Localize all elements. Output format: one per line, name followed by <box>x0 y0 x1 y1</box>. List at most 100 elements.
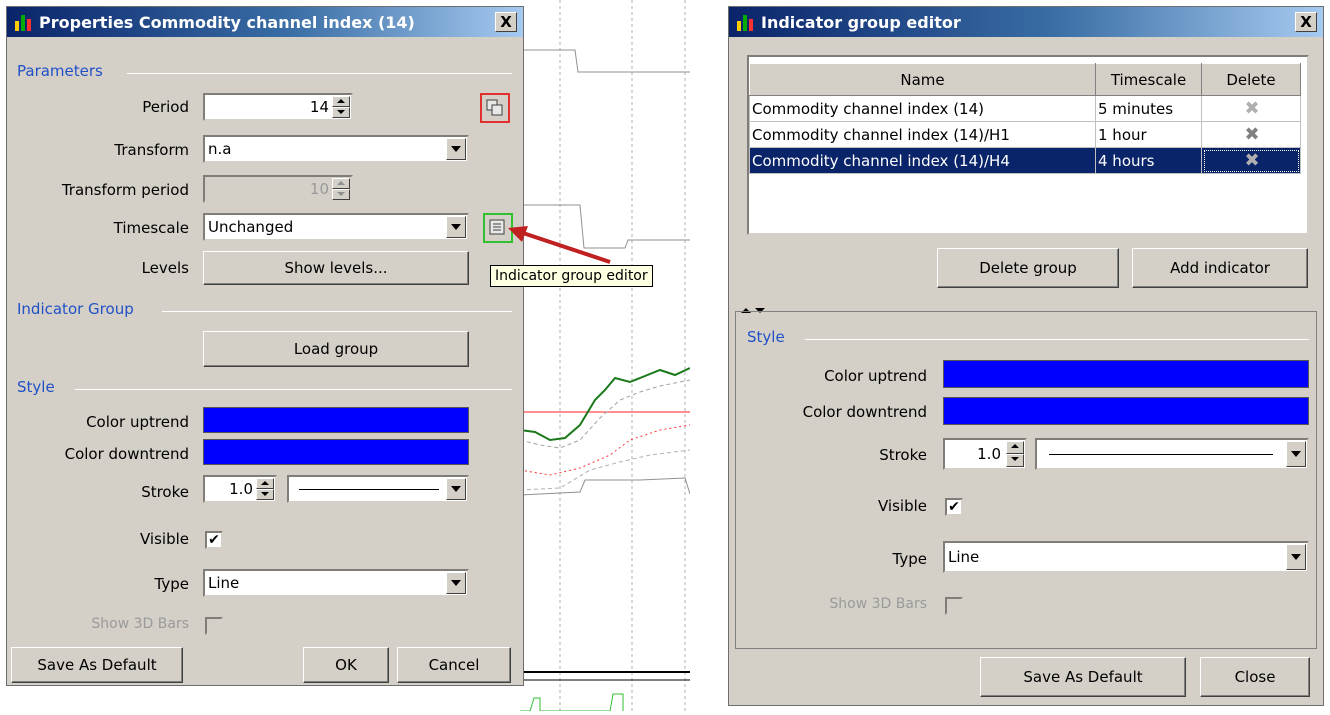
app-icon <box>13 13 33 31</box>
transform-label: Transform <box>114 141 189 159</box>
transform-period-stepper: 10 <box>203 175 353 203</box>
style-divider <box>75 389 512 390</box>
parameters-divider <box>127 73 512 74</box>
table-row-selected[interactable]: Commodity channel index (14)/H4 4 hours … <box>749 147 1301 174</box>
type-value: Line <box>948 548 980 566</box>
indicator-group-section-label: Indicator Group <box>17 300 134 318</box>
delete-icon[interactable]: ✖ <box>1201 95 1301 122</box>
indicator-group-divider <box>162 311 512 312</box>
indicator-group-editor-dialog: Indicator group editor X Name Timescale … <box>728 6 1324 706</box>
delete-group-button[interactable]: Delete group <box>937 248 1119 288</box>
type-label: Type <box>892 550 927 568</box>
chevron-down-icon[interactable] <box>446 138 466 160</box>
line-style-select[interactable] <box>287 475 469 503</box>
timescale-value: Unchanged <box>208 218 294 236</box>
stroke-label: Stroke <box>879 446 927 464</box>
style-divider <box>805 339 1309 340</box>
indicator-group-editor-tooltip: Indicator group editor <box>490 265 653 287</box>
chevron-down-icon[interactable] <box>446 478 466 500</box>
properties-titlebar: Properties Commodity channel index (14) … <box>7 7 523 37</box>
period-value: 14 <box>309 98 329 116</box>
cancel-button[interactable]: Cancel <box>397 647 511 683</box>
group-table: Name Timescale Delete Commodity channel … <box>749 63 1301 174</box>
stroke-spinner[interactable] <box>1006 441 1024 467</box>
close-icon[interactable]: X <box>495 12 517 32</box>
visible-checkbox[interactable]: ✔ <box>945 498 963 516</box>
color-uptrend-swatch[interactable] <box>203 407 469 433</box>
panel-splitter[interactable] <box>729 301 1323 313</box>
close-button[interactable]: Close <box>1200 657 1310 697</box>
color-uptrend-label: Color uptrend <box>86 413 189 431</box>
ok-button[interactable]: OK <box>303 647 389 683</box>
color-uptrend-swatch[interactable] <box>943 360 1309 388</box>
row-name[interactable]: Commodity channel index (14)/H1 <box>749 121 1096 148</box>
stroke-value: 1.0 <box>229 480 253 498</box>
show-3d-bars-checkbox <box>945 597 963 615</box>
transform-value: n.a <box>208 140 232 158</box>
visible-checkbox[interactable]: ✔ <box>205 531 223 549</box>
row-timescale[interactable]: 4 hours <box>1095 147 1202 174</box>
line-style-select[interactable] <box>1035 438 1309 470</box>
period-spinner[interactable] <box>332 96 350 118</box>
type-select[interactable]: Line <box>203 569 469 597</box>
delete-icon[interactable]: ✖ <box>1201 121 1301 148</box>
chevron-down-icon[interactable] <box>1286 544 1306 570</box>
chevron-down-icon[interactable] <box>446 572 466 594</box>
load-group-button[interactable]: Load group <box>203 331 469 367</box>
column-header-timescale[interactable]: Timescale <box>1095 63 1202 96</box>
timescale-select[interactable]: Unchanged <box>203 213 469 241</box>
editor-title: Indicator group editor <box>761 12 961 32</box>
type-select[interactable]: Line <box>943 541 1309 573</box>
stroke-stepper[interactable]: 1.0 <box>943 438 1027 470</box>
chevron-down-icon[interactable] <box>446 216 466 238</box>
stroke-value: 1.0 <box>977 445 1001 463</box>
parameters-section-label: Parameters <box>17 62 103 80</box>
show-levels-button[interactable]: Show levels... <box>203 251 469 285</box>
column-header-delete[interactable]: Delete <box>1201 63 1301 96</box>
type-label: Type <box>154 575 189 593</box>
line-style-sample <box>299 489 439 490</box>
transform-select[interactable]: n.a <box>203 135 469 163</box>
price-chart-background <box>519 0 691 712</box>
row-timescale[interactable]: 1 hour <box>1095 121 1202 148</box>
transform-period-label: Transform period <box>61 181 189 199</box>
delete-icon[interactable]: ✖ <box>1201 147 1301 174</box>
stroke-label: Stroke <box>141 483 189 501</box>
column-header-name[interactable]: Name <box>749 63 1096 96</box>
style-section-label: Style <box>17 378 55 396</box>
table-row[interactable]: Commodity channel index (14) 5 minutes ✖ <box>749 95 1301 122</box>
visible-label: Visible <box>878 497 927 515</box>
show-3d-bars-checkbox <box>205 617 223 635</box>
row-name[interactable]: Commodity channel index (14) <box>749 95 1096 122</box>
color-downtrend-label: Color downtrend <box>802 403 927 421</box>
period-stepper[interactable]: 14 <box>203 93 353 121</box>
row-name[interactable]: Commodity channel index (14)/H4 <box>749 147 1096 174</box>
table-row[interactable]: Commodity channel index (14)/H1 1 hour ✖ <box>749 121 1301 148</box>
table-header-row: Name Timescale Delete <box>749 63 1301 96</box>
stroke-spinner[interactable] <box>256 478 274 500</box>
visible-label: Visible <box>140 530 189 548</box>
color-downtrend-swatch[interactable] <box>203 439 469 465</box>
show-3d-bars-label: Show 3D Bars <box>829 596 927 612</box>
app-icon <box>735 13 755 31</box>
editor-titlebar: Indicator group editor X <box>729 7 1323 37</box>
close-icon[interactable]: X <box>1295 12 1317 32</box>
indicator-group-icon-red[interactable] <box>480 93 510 123</box>
color-downtrend-label: Color downtrend <box>64 445 189 463</box>
chart-drawing <box>519 0 691 712</box>
timescale-label: Timescale <box>113 219 189 237</box>
line-style-sample <box>1049 454 1273 455</box>
color-downtrend-swatch[interactable] <box>943 397 1309 425</box>
transform-period-spinner <box>332 178 350 200</box>
chevron-down-icon[interactable] <box>1286 441 1306 467</box>
properties-title: Properties Commodity channel index (14) <box>39 12 415 32</box>
save-as-default-button[interactable]: Save As Default <box>11 647 183 683</box>
add-indicator-button[interactable]: Add indicator <box>1132 248 1308 288</box>
save-as-default-button[interactable]: Save As Default <box>980 657 1186 697</box>
show-3d-bars-label: Show 3D Bars <box>91 616 189 632</box>
color-uptrend-label: Color uptrend <box>824 367 927 385</box>
properties-dialog: Properties Commodity channel index (14) … <box>6 6 524 686</box>
stroke-stepper[interactable]: 1.0 <box>203 475 277 503</box>
row-timescale[interactable]: 5 minutes <box>1095 95 1202 122</box>
transform-period-value: 10 <box>309 180 329 198</box>
